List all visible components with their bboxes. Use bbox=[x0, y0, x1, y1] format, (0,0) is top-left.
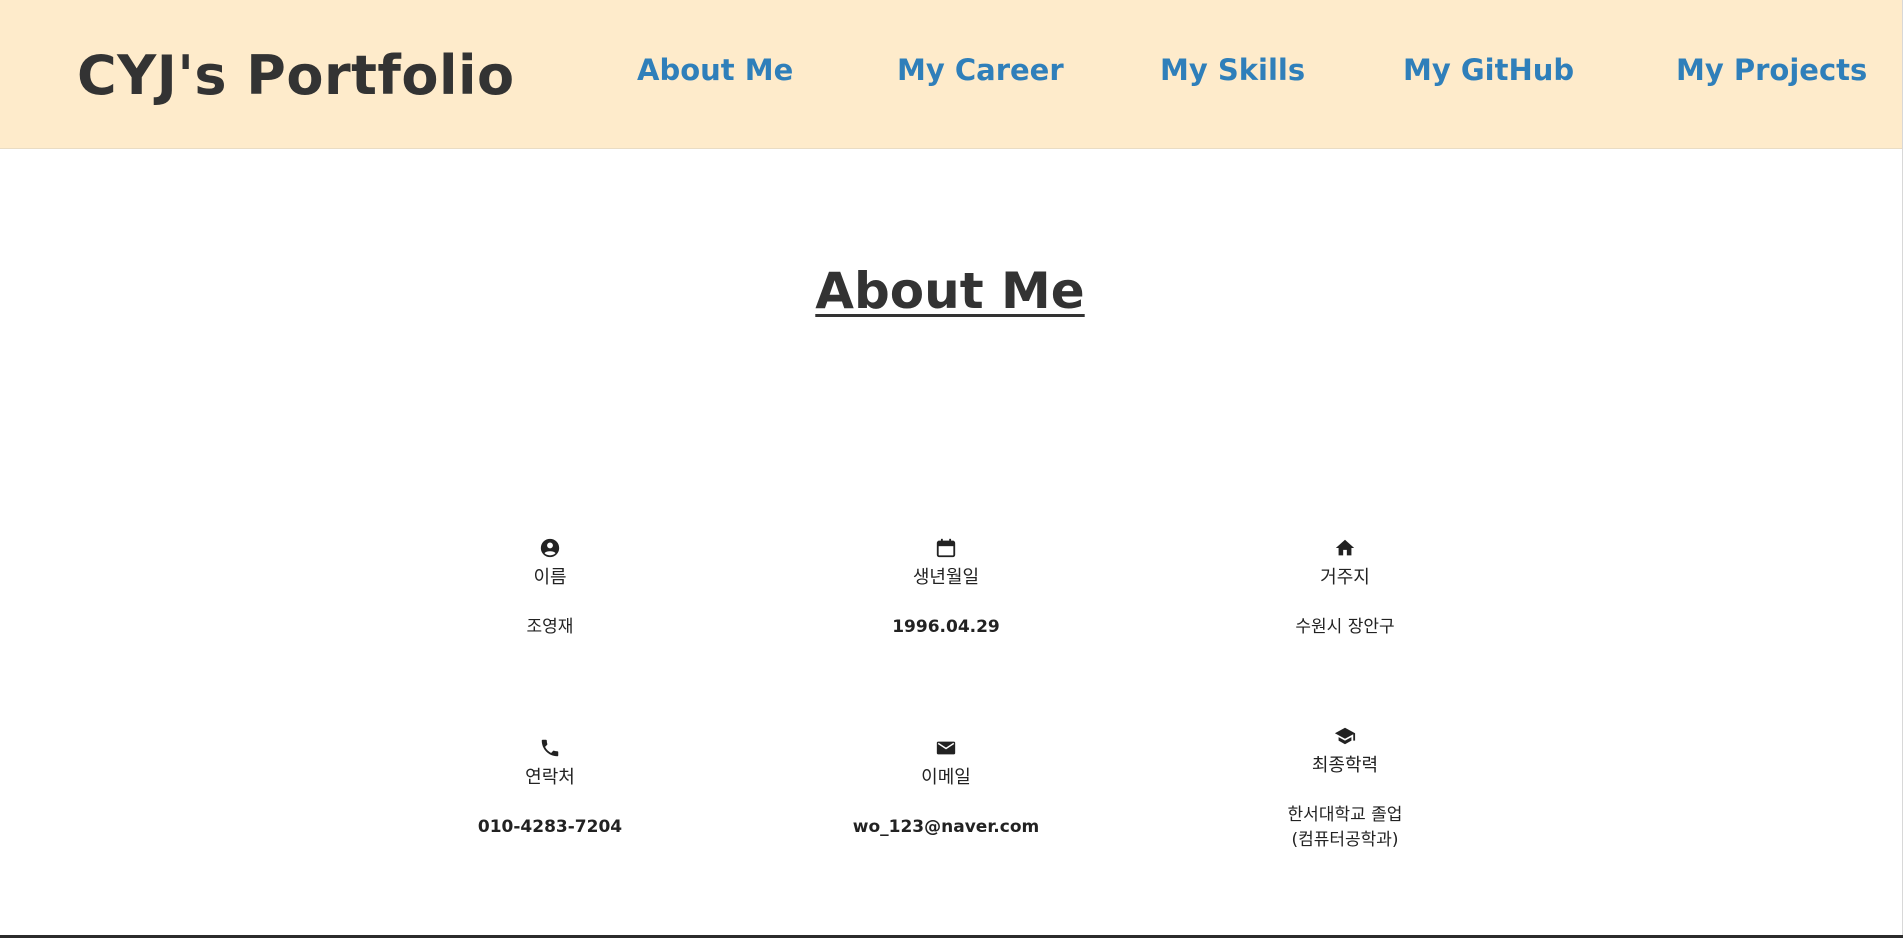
account-circle-icon bbox=[540, 538, 560, 558]
info-item-education: 최종학력 한서대학교 졸업 (컴퓨터공학과) bbox=[1195, 725, 1495, 853]
mail-icon bbox=[936, 741, 956, 755]
info-item-birthdate: 생년월일 1996.04.29 bbox=[796, 537, 1096, 640]
info-label: 이메일 bbox=[921, 767, 971, 788]
info-label: 거주지 bbox=[1320, 567, 1370, 588]
info-item-email: 이메일 wo_123@naver.com bbox=[796, 737, 1096, 840]
nav-my-projects[interactable]: My Projects bbox=[1676, 53, 1867, 87]
info-value: 조영재 bbox=[526, 617, 574, 637]
about-section-title: About Me bbox=[815, 262, 1085, 320]
info-value-line: (컴퓨터공학과) bbox=[1291, 830, 1399, 850]
phone-icon bbox=[541, 739, 559, 757]
info-item-name: 이름 조영재 bbox=[400, 537, 700, 640]
site-header: CYJ's Portfolio About Me My Career My Sk… bbox=[0, 0, 1903, 149]
nav-my-career[interactable]: My Career bbox=[897, 53, 1064, 87]
info-item-address: 거주지 수원시 장안구 bbox=[1195, 537, 1495, 640]
home-icon bbox=[1335, 539, 1355, 556]
info-value: 010-4283-7204 bbox=[477, 817, 623, 837]
calendar-icon bbox=[936, 538, 956, 558]
nav-my-skills[interactable]: My Skills bbox=[1160, 53, 1305, 87]
info-value[interactable]: wo_123@naver.com bbox=[796, 815, 1096, 840]
info-value: 1996.04.29 bbox=[892, 617, 1000, 637]
info-label: 이름 bbox=[533, 567, 567, 588]
info-label: 최종학력 bbox=[1311, 755, 1379, 776]
site-logo-title[interactable]: CYJ's Portfolio bbox=[77, 44, 515, 107]
info-value-line: 한서대학교 졸업 bbox=[1287, 805, 1403, 825]
info-label: 연락처 bbox=[525, 767, 575, 788]
info-item-phone: 연락처 010-4283-7204 bbox=[400, 737, 700, 840]
info-label: 생년월일 bbox=[912, 567, 980, 588]
info-value: 수원시 장안구 bbox=[1295, 617, 1395, 637]
nav-about-me[interactable]: About Me bbox=[637, 53, 793, 87]
info-value: 한서대학교 졸업 (컴퓨터공학과) bbox=[1195, 803, 1495, 853]
graduation-cap-icon bbox=[1334, 727, 1356, 745]
nav-my-github[interactable]: My GitHub bbox=[1403, 53, 1574, 87]
